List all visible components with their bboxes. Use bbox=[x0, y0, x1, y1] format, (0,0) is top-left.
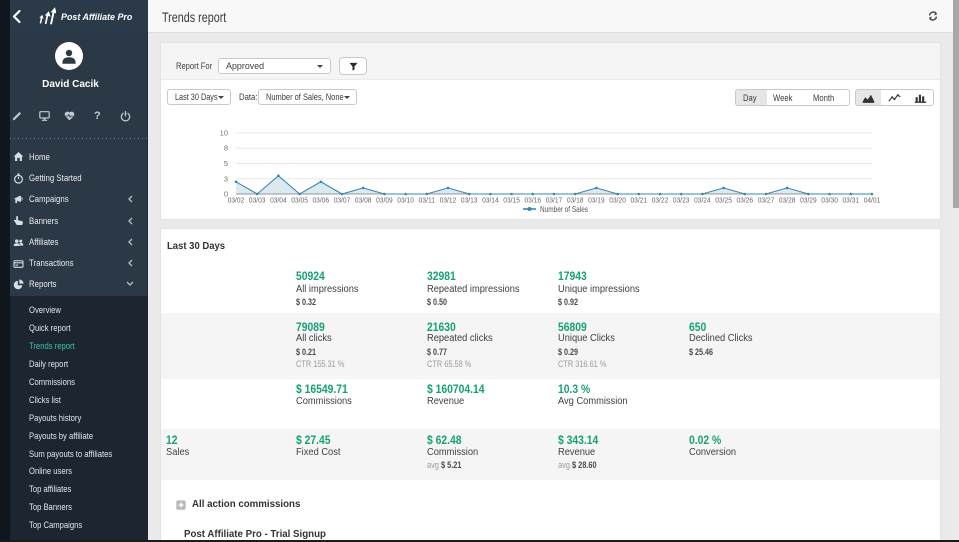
svg-text:03/09: 03/09 bbox=[376, 196, 393, 205]
svg-text:03/05: 03/05 bbox=[291, 196, 308, 205]
svg-text:3: 3 bbox=[224, 174, 228, 183]
svg-text:03/22: 03/22 bbox=[652, 196, 669, 205]
svg-text:03/02: 03/02 bbox=[228, 196, 245, 205]
svg-text:03/29: 03/29 bbox=[800, 196, 817, 205]
svg-text:03/12: 03/12 bbox=[440, 196, 457, 205]
svg-text:03/28: 03/28 bbox=[779, 196, 796, 205]
svg-text:03/30: 03/30 bbox=[821, 196, 838, 205]
svg-text:5: 5 bbox=[224, 159, 228, 168]
svg-text:03/03: 03/03 bbox=[249, 196, 266, 205]
svg-text:03/24: 03/24 bbox=[694, 196, 711, 205]
svg-text:03/25: 03/25 bbox=[715, 196, 732, 205]
svg-text:03/20: 03/20 bbox=[609, 196, 626, 205]
svg-text:03/19: 03/19 bbox=[588, 196, 605, 205]
svg-text:03/31: 03/31 bbox=[843, 196, 860, 205]
svg-text:04/01: 04/01 bbox=[864, 196, 881, 205]
svg-text:8: 8 bbox=[224, 144, 228, 153]
svg-text:Number of Sales: Number of Sales bbox=[540, 204, 588, 214]
svg-text:03/21: 03/21 bbox=[631, 196, 648, 205]
svg-text:10: 10 bbox=[220, 129, 228, 138]
svg-text:03/26: 03/26 bbox=[737, 196, 754, 205]
svg-text:03/08: 03/08 bbox=[355, 196, 372, 205]
svg-text:03/15: 03/15 bbox=[503, 196, 520, 205]
svg-text:03/06: 03/06 bbox=[313, 196, 330, 205]
svg-text:03/16: 03/16 bbox=[525, 196, 542, 205]
svg-text:03/27: 03/27 bbox=[758, 196, 775, 205]
svg-text:03/11: 03/11 bbox=[419, 196, 436, 205]
svg-text:03/04: 03/04 bbox=[270, 196, 287, 205]
svg-text:03/10: 03/10 bbox=[397, 196, 414, 205]
svg-text:03/07: 03/07 bbox=[334, 196, 351, 205]
svg-text:03/14: 03/14 bbox=[482, 196, 499, 205]
svg-text:03/23: 03/23 bbox=[673, 196, 690, 205]
svg-text:03/13: 03/13 bbox=[461, 196, 478, 205]
